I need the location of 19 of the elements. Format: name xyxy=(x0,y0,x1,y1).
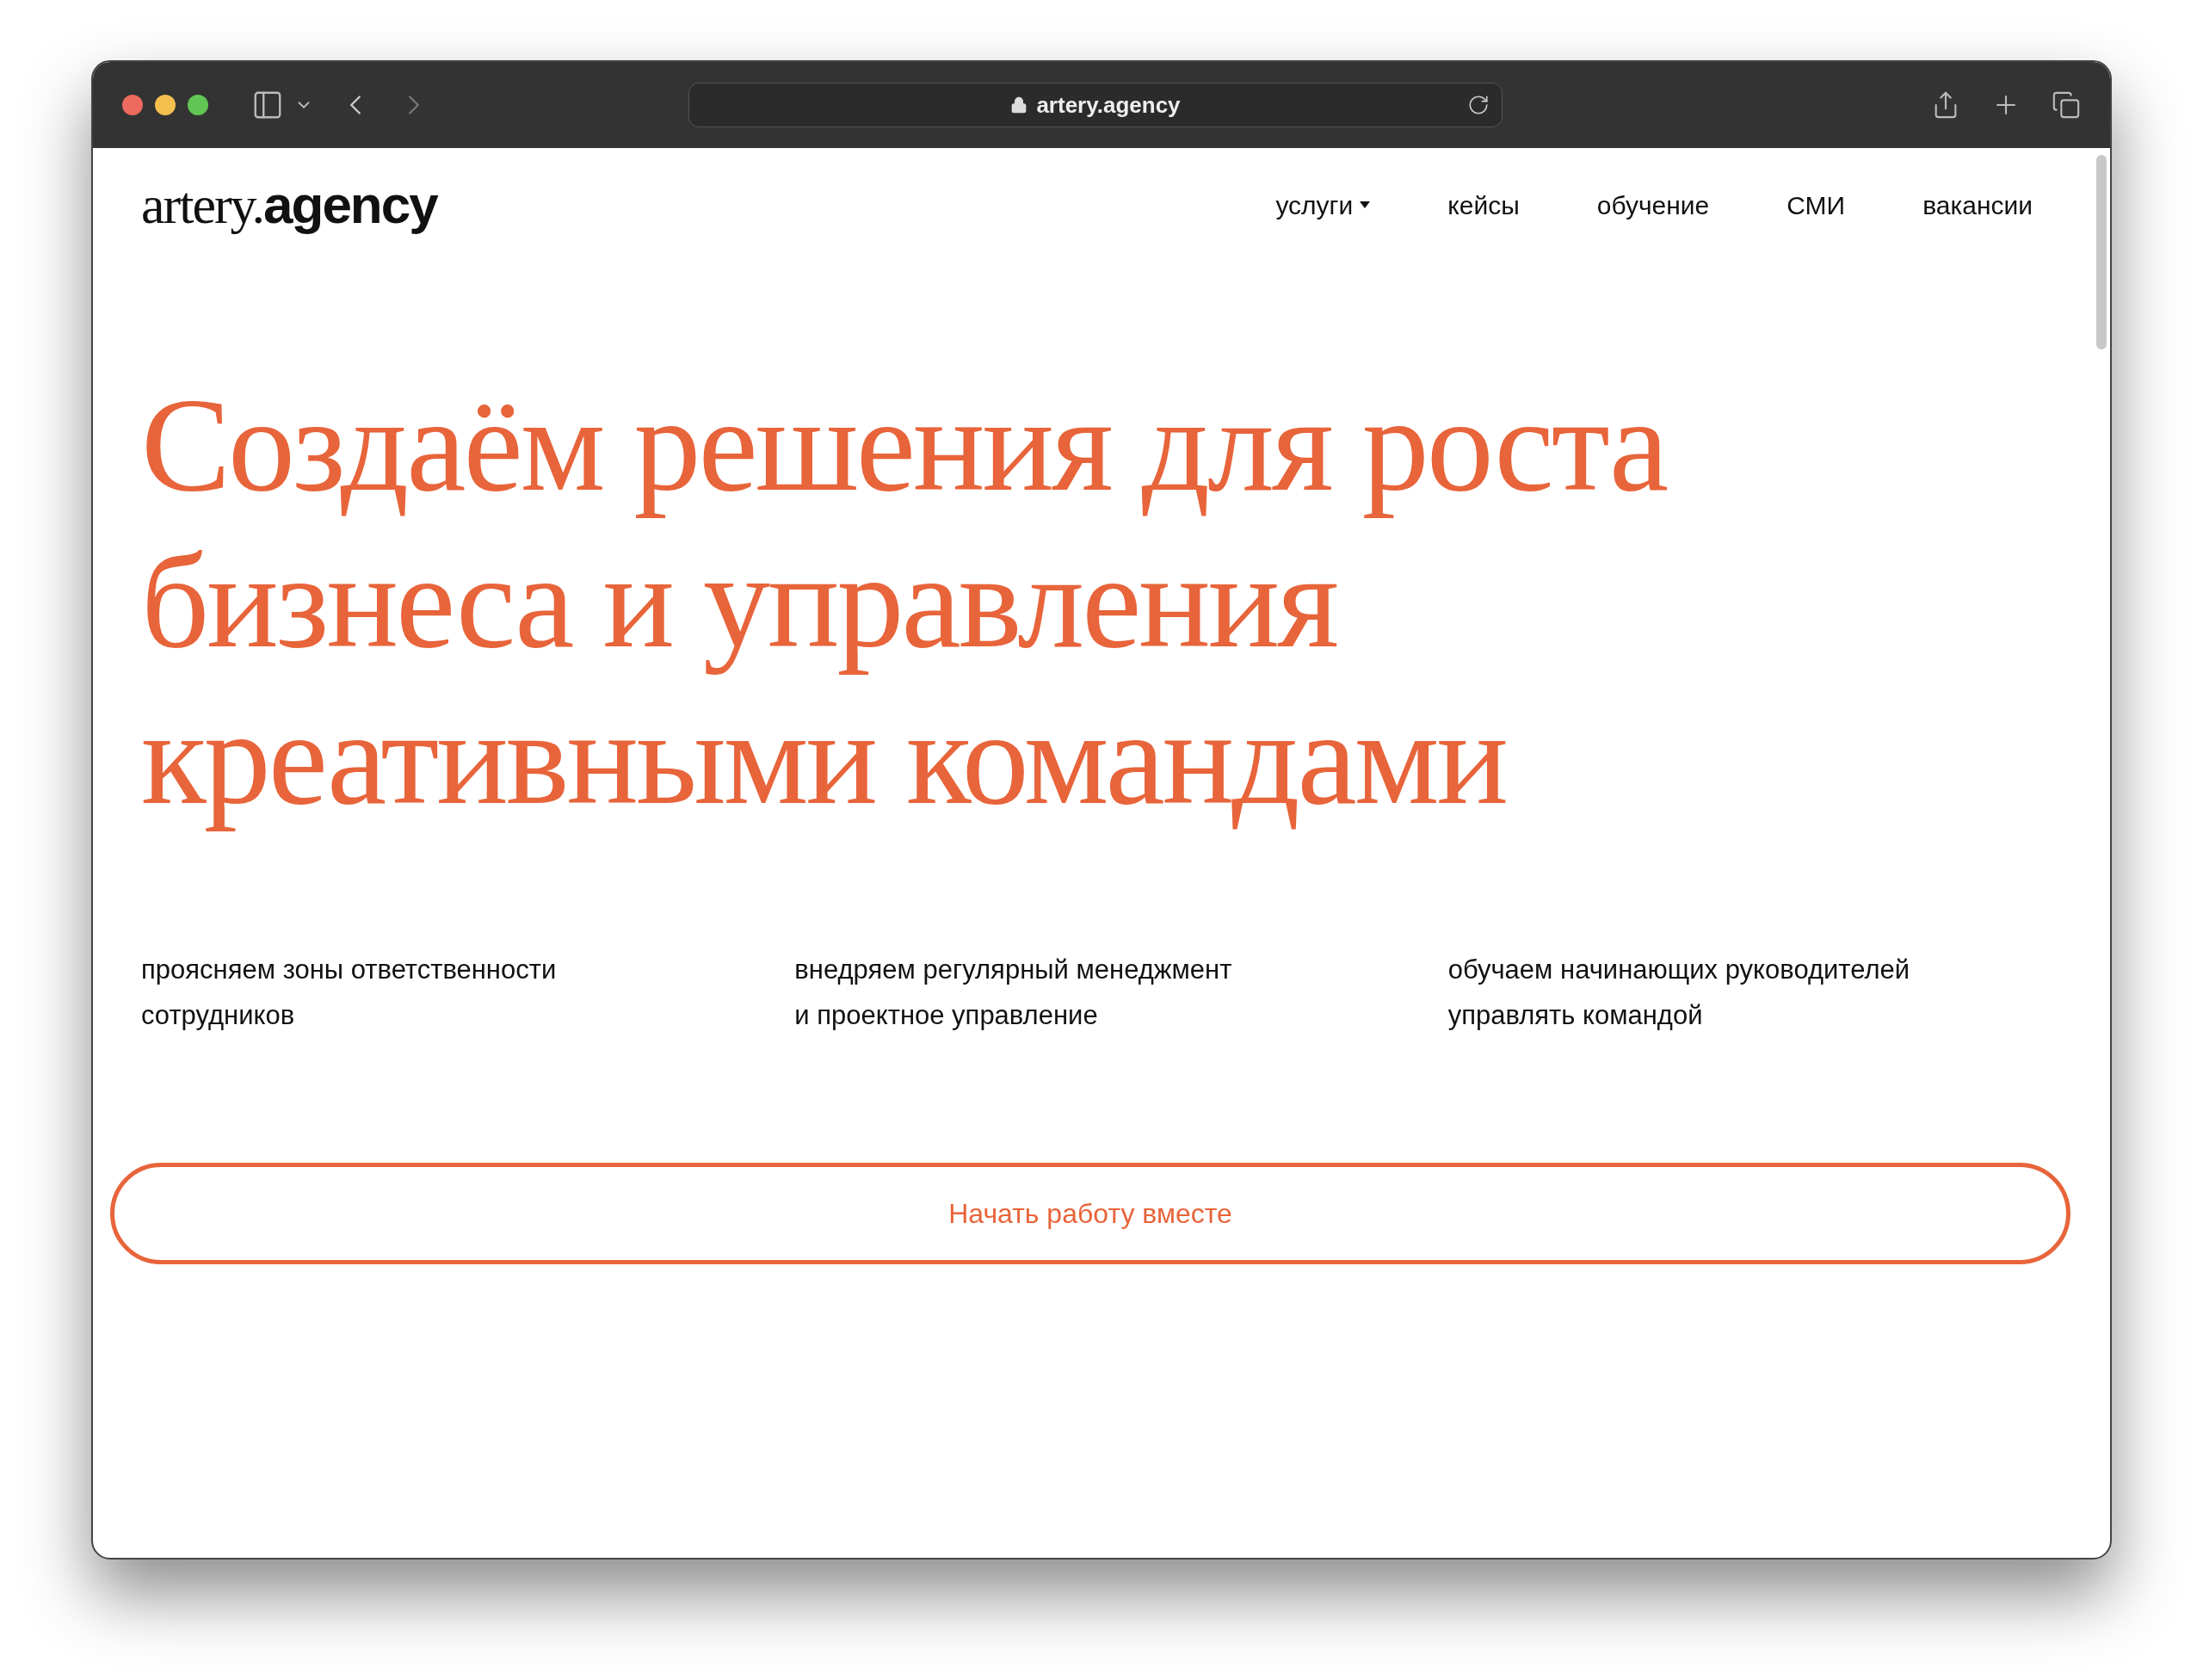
reload-icon[interactable] xyxy=(1467,94,1490,116)
url-text: artery.agency xyxy=(1036,90,1181,120)
nav-link[interactable]: вакансии xyxy=(1922,185,2033,225)
minimize-button[interactable] xyxy=(155,95,176,115)
nav-link[interactable]: услуги xyxy=(1275,185,1371,225)
nav-link[interactable]: кейсы xyxy=(1447,185,1520,225)
scrollbar[interactable] xyxy=(2096,155,2107,349)
close-button[interactable] xyxy=(122,95,143,115)
tabs-overview-icon[interactable] xyxy=(2052,90,2081,120)
nav-link[interactable]: СМИ xyxy=(1786,185,1846,225)
address-bar[interactable]: artery.agency xyxy=(688,83,1503,127)
nav-link[interactable]: обучение xyxy=(1596,185,1710,225)
service-point: внедряем регулярный менеджмент и проектное управление xyxy=(794,954,1233,1032)
service-point: обучаем начинающих руководителей управлять командой xyxy=(1447,954,1911,1032)
dropdown-caret-icon xyxy=(1360,201,1371,208)
hero-headline: Создаём решения для роста бизнеса и управления креативными командами xyxy=(141,369,1668,834)
service-point: проясняем зоны ответственности сотрудников xyxy=(141,954,558,1032)
lock-icon xyxy=(1010,96,1028,114)
maximize-button[interactable] xyxy=(188,95,208,115)
